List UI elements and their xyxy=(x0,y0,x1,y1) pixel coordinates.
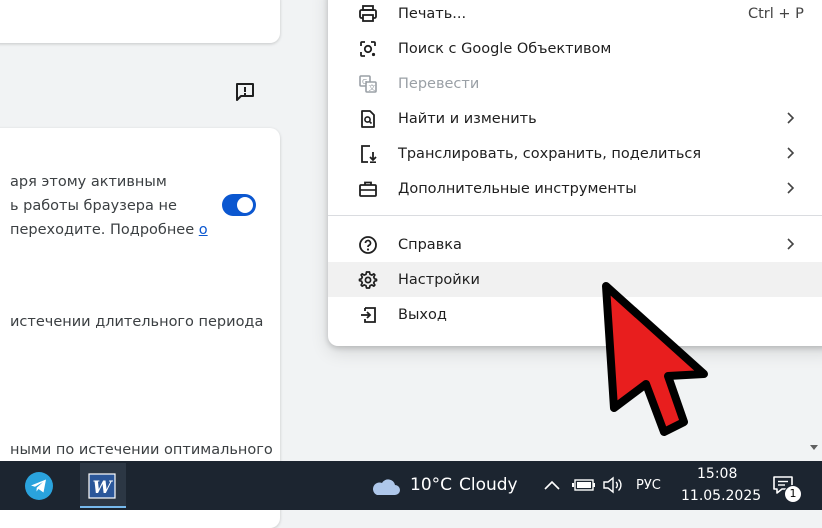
chevron-right-icon xyxy=(787,182,795,194)
bg-text-part: переходите. Подробнее xyxy=(10,222,195,238)
chevron-right-icon xyxy=(787,112,795,124)
help-icon xyxy=(359,236,377,254)
weather-temperature[interactable]: 10°C xyxy=(410,475,452,495)
volume-icon[interactable] xyxy=(602,476,624,494)
google-lens-icon xyxy=(360,41,376,57)
taskbar-telegram[interactable] xyxy=(16,463,62,508)
menu-item-label: Печать... xyxy=(398,5,467,22)
cloud-icon xyxy=(373,479,400,495)
bg-text-line: истечении длительного периода xyxy=(10,314,264,330)
bg-text-line: ь работы браузера не xyxy=(10,198,177,214)
menu-item-label: Транслировать, сохранить, поделиться xyxy=(398,145,702,162)
menu-item-label: Выход xyxy=(398,306,447,323)
translate-icon: G 文 xyxy=(359,75,377,93)
menu-item-print[interactable]: Печать... Ctrl + P xyxy=(328,0,822,31)
menu-item-label: Настройки xyxy=(398,271,480,288)
bg-text-line: аря этому активным xyxy=(10,174,167,190)
menu-item-label: Найти и изменить xyxy=(398,110,537,127)
language-indicator[interactable]: РУС xyxy=(636,478,661,493)
menu-item-label: Перевести xyxy=(398,75,480,92)
menu-item-google-lens[interactable]: Поиск с Google Объективом xyxy=(328,31,822,66)
menu-item-cast-save-share[interactable]: Транслировать, сохранить, поделиться xyxy=(328,136,822,171)
weather-description[interactable]: Cloudy xyxy=(459,475,518,495)
cast-save-icon xyxy=(361,145,377,164)
menu-item-help[interactable]: Справка xyxy=(328,227,822,262)
settings-card-top xyxy=(0,0,280,43)
feedback-icon[interactable] xyxy=(234,81,256,103)
toggle-knob xyxy=(237,197,253,213)
telegram-icon xyxy=(25,472,53,500)
menu-item-label: Справка xyxy=(398,236,462,253)
learn-more-link[interactable]: о xyxy=(199,222,208,238)
chevron-right-icon xyxy=(787,238,795,250)
svg-text:W: W xyxy=(92,478,113,498)
menu-item-more-tools[interactable]: Дополнительные инструменты xyxy=(328,171,822,206)
menu-divider xyxy=(328,215,822,216)
clock-date[interactable]: 11.05.2025 xyxy=(681,488,761,504)
cursor-arrow-icon xyxy=(602,282,708,436)
bg-text-line: ными по истечении оптимального xyxy=(10,442,273,458)
svg-text:G: G xyxy=(362,78,367,86)
chrome-menu: Печать... Ctrl + P Поиск с Google Объект… xyxy=(328,0,822,346)
menu-item-shortcut: Ctrl + P xyxy=(748,5,804,22)
word-icon: W xyxy=(88,473,116,499)
find-icon xyxy=(361,110,375,128)
memory-saver-toggle[interactable] xyxy=(222,194,256,216)
taskbar-word[interactable]: W xyxy=(80,463,126,508)
battery-icon[interactable] xyxy=(572,478,596,492)
chevron-right-icon xyxy=(787,147,795,159)
menu-item-find-edit[interactable]: Найти и изменить xyxy=(328,101,822,136)
notification-count: 1 xyxy=(789,487,797,500)
printer-icon xyxy=(359,5,377,22)
bg-text-line: переходите. Подробнее о xyxy=(10,222,208,238)
menu-item-label: Поиск с Google Объективом xyxy=(398,40,612,57)
svg-text:文: 文 xyxy=(369,83,376,92)
taskbar: W 10°C Cloudy РУС 15:08 11.05.2025 1 xyxy=(0,461,822,510)
chevron-up-icon[interactable] xyxy=(543,479,561,491)
scroll-down-arrow-icon[interactable] xyxy=(809,442,819,452)
toolbox-icon xyxy=(359,181,377,197)
menu-item-label: Дополнительные инструменты xyxy=(398,180,637,197)
clock-time[interactable]: 15:08 xyxy=(697,466,737,482)
menu-item-exit[interactable]: Выход xyxy=(328,297,822,332)
menu-item-settings[interactable]: Настройки xyxy=(328,262,822,297)
notification-badge: 1 xyxy=(784,485,802,503)
menu-item-translate[interactable]: G 文 Перевести xyxy=(328,66,822,101)
exit-icon xyxy=(361,307,376,323)
gear-icon xyxy=(358,271,378,289)
